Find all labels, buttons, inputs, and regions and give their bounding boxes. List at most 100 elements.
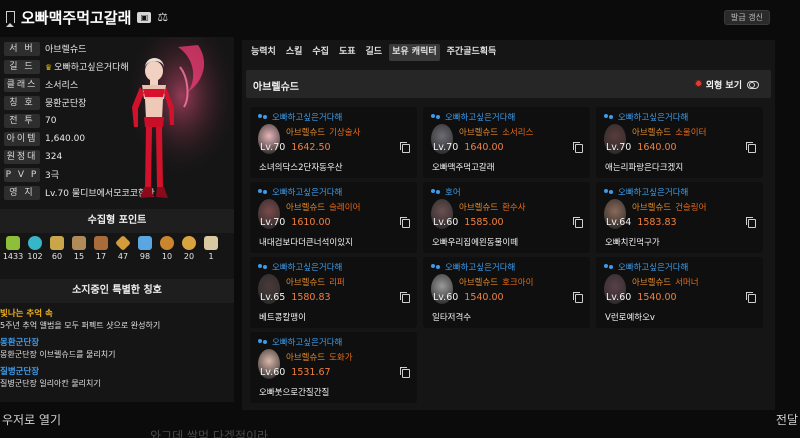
card-server: 아브렐슈드 [632,128,672,138]
card-server: 아브렐슈드 [286,353,326,363]
card-level: Lv.60 [260,367,286,378]
info-value: 소서리스 [45,81,79,91]
card-level: Lv.60 [606,292,632,303]
character-card[interactable]: 오빠하고싶은거다해 아브렐슈드 기상술사 Lv.70 1642.50 소녀의닥스2단자동우… [250,107,417,178]
collectible-count: 1433 [2,252,24,261]
tab-chart[interactable]: 도표 [336,44,359,61]
scale-icon[interactable]: ⚖ [157,10,168,24]
guild-name: 오빠하고싶은거다해 [272,113,343,123]
info-row-combat: 전 투 70 [4,113,56,128]
guild-name: 오빠하고싶은거다해 [618,263,689,273]
tab-owned-characters[interactable]: 보유 캐릭터 [389,43,440,61]
copy-icon[interactable] [746,292,756,303]
copy-icon[interactable] [573,142,583,153]
card-server: 아브렐슈드 [632,278,672,288]
people-icon [604,263,614,271]
tab-weekly-gold[interactable]: 주간골드획득 [444,44,500,61]
profile-panel: 서 버 아브렐슈드 길 드 ♛ 오빠하고싶은거다해 클래스 소서리스 칭 호 뭉환… [0,37,234,205]
card-level: Lv.70 [606,142,632,153]
island-heart-icon [28,236,42,250]
info-row-pvp: P V P 3극 [4,167,59,182]
character-card[interactable]: 오빠하고싶은거다해 아브렐슈드 소울이터 Lv.70 1640.00 애는리파랑은다크겠지 [596,107,763,178]
toggle-switch[interactable] [747,80,759,89]
tab-collection[interactable]: 수집 [309,44,332,61]
character-card[interactable]: 호어 아브렐슈드 환수사 Lv.60 1585.00 오빠우리집에왼동물이떼 [423,182,590,253]
info-value: 3극 [45,171,60,181]
card-guild: 오빠하고싶은거다해 [258,336,342,348]
card-server-class: 아브렐슈드 호크아이 [459,276,533,288]
special-title-name: 빛나는 추억 속 [0,309,53,319]
copy-icon[interactable] [746,142,756,153]
card-guild: 오빠하고싶은거다해 [604,186,688,198]
copy-icon[interactable] [400,217,410,228]
collectible-art[interactable]: 17 [90,233,112,261]
character-card[interactable]: 오빠하고싶은거다해 아브렐슈드 도화가 Lv.60 1531.67 오빠붓으로간질간질 [250,332,417,403]
copy-icon[interactable] [573,292,583,303]
copy-icon[interactable] [573,217,583,228]
guild-name: 오빠하고싶은거다해 [445,263,516,273]
collectible-sun[interactable]: 20 [178,233,200,261]
info-value: ♛ 오빠하고싶은거다해 [45,60,129,73]
guild-name: 오빠하고싶은거다해 [272,263,343,273]
copy-icon[interactable] [400,292,410,303]
copy-icon[interactable] [400,367,410,378]
character-card[interactable]: 오빠하고싶은거다해 아브렐슈드 호크아이 Lv.60 1540.00 일타저격수 [423,257,590,328]
tab-guild[interactable]: 길드 [363,44,386,61]
info-value: 70 [45,115,57,126]
tab-stats[interactable]: 능력치 [248,44,279,61]
collectible-mokoko[interactable]: 1433 [2,233,24,261]
character-card[interactable]: 오빠하고싶은거다해 아브렐슈드 소서리스 Lv.70 1640.00 오빠맥주먹고갈래 [423,107,590,178]
card-guild: 호어 [431,186,461,198]
info-label: 아이템 [4,131,40,146]
guild-name: 호어 [445,188,461,198]
copy-icon[interactable] [400,142,410,153]
card-item-level: 1640.00 [637,142,677,153]
collectible-scroll[interactable]: 1 [200,233,222,261]
card-level: Lv.64 [606,217,632,228]
bookmark-icon[interactable] [6,11,15,27]
id-card-icon[interactable]: ▣ [137,11,152,23]
special-titles-list: 빛나는 추억 속 5주년 추억 앨범을 모두 퍼펙트 샷으로 완성하기 몽환군단… [0,303,234,401]
appearance-toggle[interactable]: ✹ 외형 보기 [694,78,759,91]
card-class: 도화가 [329,353,353,363]
character-card[interactable]: 오빠하고싶은거다해 아브렐슈드 리퍼 Lv.65 1580.83 베트콩칼맹이 [250,257,417,328]
character-card[interactable]: 오빠하고싶은거다해 아브렐슈드 서머너 Lv.60 1540.00 V런로예하오v [596,257,763,328]
collectible-giant-heart[interactable]: 15 [68,233,90,261]
collectible-star[interactable]: 10 [156,233,178,261]
people-icon [258,113,268,121]
card-level-row: Lv.70 1610.00 [260,217,331,228]
collectible-island-heart[interactable]: 102 [24,233,46,261]
people-icon [431,263,441,271]
card-level-row: Lv.70 1642.50 [260,142,331,153]
right-panel: 능력치 스킬 수집 도표 길드 보유 캐릭터 주간골드획득 아브렐슈드 ✹ 외형… [242,40,775,410]
collectible-map[interactable]: 60 [46,233,68,261]
card-server-class: 아브렐슈드 소울이터 [632,126,706,138]
people-icon [431,113,441,121]
footer-middle-text: 와그데 쌀먹 다겠적이라 [150,429,269,438]
card-guild: 오빠하고싶은거다해 [258,261,342,273]
header: 오빠맥주먹고갈래 ▣ ⚖ 발급 갱신 [0,0,800,34]
guild-name: 오빠하고싶은거다해 [272,188,343,198]
character-card[interactable]: 오빠하고싶은거다해 아브렐슈드 슬레이어 Lv.70 1610.00 내대검보다더큰너석이… [250,182,417,253]
guild-name: 오빠하고싶은거다해 [445,113,516,123]
copy-icon[interactable] [746,217,756,228]
left-panel: 서 버 아브렐슈드 길 드 ♛ 오빠하고싶은거다해 클래스 소서리스 칭 호 뭉환… [0,37,234,402]
crown-icon: ♛ [45,63,53,72]
card-server-class: 아브렐슈드 환수사 [459,201,526,213]
card-level-row: Lv.64 1583.83 [606,217,677,228]
special-titles-title: 소지중인 특별한 칭호 [0,279,234,303]
card-character-name: 오빠맥주먹고갈래 [432,163,495,173]
card-level-row: Lv.70 1640.00 [433,142,504,153]
collectible-leaf[interactable]: 98 [134,233,156,261]
info-row-class: 클래스 소서리스 [4,77,78,92]
card-server-class: 아브렐슈드 도화가 [286,351,353,363]
card-level-row: Lv.65 1580.83 [260,292,331,303]
refresh-button[interactable]: 발급 갱신 [724,10,770,25]
character-card[interactable]: 오빠하고싶은거다해 아브렐슈드 건슬링어 Lv.64 1583.83 오빠치킨먹구가 [596,182,763,253]
tab-skills[interactable]: 스킬 [283,44,306,61]
info-value: 324 [45,151,63,162]
collectible-count: 102 [27,252,43,261]
people-icon [604,113,614,121]
collectible-ignea[interactable]: 47 [112,233,134,261]
collectible-count: 47 [117,252,129,261]
